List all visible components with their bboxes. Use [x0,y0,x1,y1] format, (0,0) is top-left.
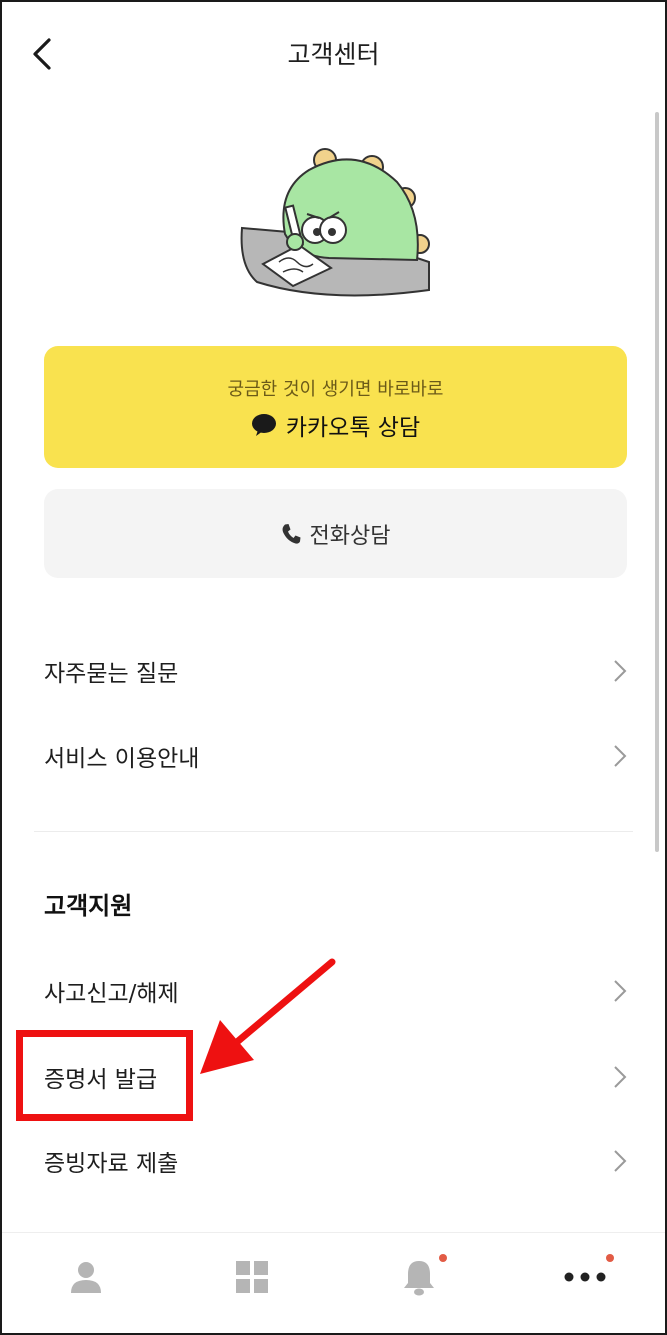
chevron-right-icon [614,1150,627,1172]
kakaotalk-consult-button[interactable]: 궁금한 것이 생기면 바로바로 카카오톡 상담 [44,346,627,468]
chevron-right-icon [614,745,627,767]
header: 고객센터 [2,2,665,106]
tab-notifications[interactable] [389,1251,449,1303]
speech-bubble-icon [251,414,276,436]
bottom-tab-bar [2,1232,665,1333]
page-title: 고객센터 [287,40,380,69]
menu-item-label: 사고신고/해제 [44,981,179,1007]
phone-icon [282,523,301,544]
menu-item-label: 자주묻는 질문 [44,661,179,687]
kakaotalk-consult-label-row: 카카오톡 상담 [44,408,627,442]
annotation-arrow-icon [200,958,336,1074]
more-badge [606,1254,614,1262]
menu-item-label: 서비스 이용안내 [44,746,200,772]
tab-profile[interactable] [56,1251,116,1303]
kakaotalk-consult-subtitle: 궁금한 것이 생기면 바로바로 [227,379,444,400]
chevron-right-icon [614,660,627,682]
phone-consult-button[interactable]: 전화상담 [44,489,627,578]
chevron-right-icon [614,980,627,1002]
bell-icon [404,1261,434,1296]
grid-icon [236,1261,268,1293]
section-divider [34,831,633,832]
annotation-highlight-box [16,1030,193,1121]
tab-menu-grid[interactable] [222,1251,282,1303]
screen: 고객센터 궁금한 것이 생기면 바로바로 카카오톡 상담 전화상담 자주묻는 질… [0,0,667,1335]
person-icon [71,1262,101,1293]
menu-item-evidence-submission[interactable]: 증빙자료 제출 [2,1122,665,1200]
menu-item-faq[interactable]: 자주묻는 질문 [2,632,665,710]
menu-item-service-guide[interactable]: 서비스 이용안내 [2,717,665,795]
menu-item-label: 증빙자료 제출 [44,1151,179,1177]
phone-consult-label: 전화상담 [309,523,391,549]
dinosaur-writing-mascot [240,148,430,297]
notification-badge [439,1254,447,1262]
more-dots-icon [564,1272,606,1282]
kakaotalk-consult-label: 카카오톡 상담 [285,415,421,441]
tab-more[interactable] [555,1251,615,1303]
customer-support-heading: 고객지원 [44,892,133,920]
chevron-right-icon [614,1066,627,1088]
